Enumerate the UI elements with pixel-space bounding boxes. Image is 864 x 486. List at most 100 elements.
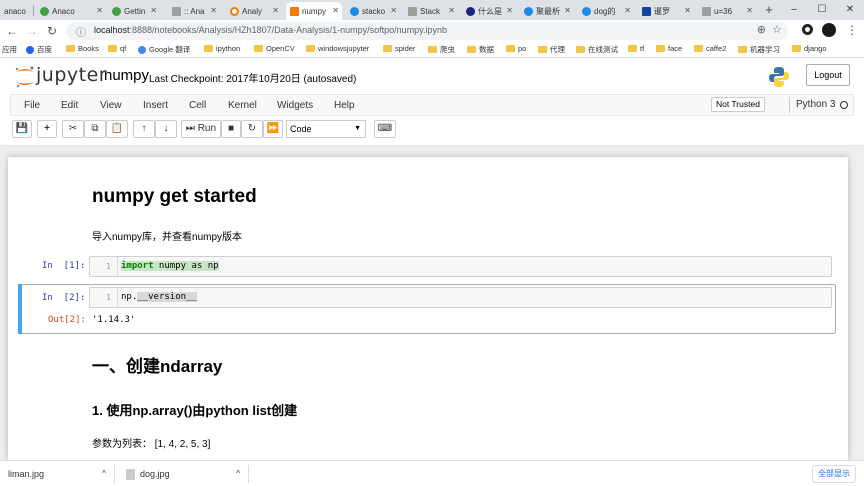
bookmark-folder[interactable]: caffe2 [694, 44, 726, 53]
browser-tab[interactable]: dog的 ✕ [578, 2, 634, 20]
bookmark-apps[interactable]: 应用 [2, 44, 17, 55]
download-item[interactable]: liman.jpg ^ [0, 461, 112, 486]
show-all-downloads-button[interactable]: 全部显示 [812, 465, 856, 483]
restart-run-all-button[interactable]: ⏩ [263, 120, 283, 138]
bookmark-star-icon[interactable]: ☆ [772, 23, 782, 36]
chevron-up-icon[interactable]: ^ [236, 461, 240, 486]
bookmark-folder[interactable]: django [792, 44, 827, 53]
chevron-up-icon[interactable]: ^ [102, 461, 106, 486]
tab-favicon-icon [40, 6, 49, 16]
bookmark-folder[interactable]: OpenCV [254, 44, 295, 53]
close-icon[interactable]: ✕ [684, 6, 691, 15]
url-field[interactable]: ⓘ localhost:8888/notebooks/Analysis/HZh1… [66, 22, 788, 40]
bookmark-folder[interactable]: 爬虫 [428, 44, 455, 55]
close-icon[interactable]: ✕ [390, 6, 397, 15]
download-item[interactable]: dog.jpg ^ [116, 461, 246, 486]
tab-favicon-icon [466, 6, 475, 16]
bookmark-folder[interactable]: 机器学习 [738, 44, 780, 55]
url-host: localhost [94, 25, 130, 35]
browser-tab[interactable]: :: Ana ✕ [168, 2, 220, 20]
code-cell-input[interactable]: 1 np.__version__ [89, 287, 832, 308]
menu-help[interactable]: Help [334, 100, 355, 111]
copy-button[interactable]: ⧉ [84, 120, 106, 138]
browser-tab[interactable]: Gettin ✕ [108, 2, 160, 20]
bookmark-item[interactable]: Google 翻译 [138, 44, 190, 55]
menu-insert[interactable]: Insert [143, 100, 168, 111]
reload-icon[interactable]: ↻ [44, 23, 60, 39]
bookmark-label: tf [640, 44, 645, 53]
close-icon[interactable]: ✕ [564, 6, 571, 15]
browser-tab[interactable]: u=36 ✕ [698, 2, 756, 20]
close-icon[interactable]: ✕ [96, 6, 103, 15]
forward-icon[interactable]: → [24, 23, 40, 39]
bookmark-folder[interactable]: Books [66, 44, 99, 53]
browser-tab-active[interactable]: numpy ✕ [286, 2, 342, 20]
bookmark-folder[interactable]: 代理 [538, 44, 565, 55]
notebook-name[interactable]: numpy [104, 67, 149, 84]
browser-tab[interactable]: 什么是 ✕ [462, 2, 516, 20]
menu-kebab-icon[interactable]: ⋮ [846, 23, 858, 37]
move-down-button[interactable]: ↓ [155, 120, 177, 138]
browser-tab[interactable]: stacko ✕ [346, 2, 400, 20]
zoom-icon[interactable]: ⊕ [757, 23, 766, 36]
close-icon[interactable]: ✕ [506, 6, 513, 15]
minimize-icon[interactable]: – [780, 0, 808, 20]
code-cell-input[interactable]: 1 import numpy as np [89, 256, 832, 277]
close-window-icon[interactable]: ✕ [836, 0, 864, 20]
bookmark-item[interactable]: 百度 [26, 44, 52, 55]
bookmark-folder[interactable]: po [506, 44, 526, 53]
extension-icon[interactable] [802, 24, 813, 35]
bookmark-folder[interactable]: ipython [204, 44, 240, 53]
bookmark-folder[interactable]: tf [628, 44, 644, 53]
paste-button[interactable]: 📋 [106, 120, 128, 138]
interrupt-button[interactable]: ■ [221, 120, 241, 138]
bookmark-folder[interactable]: qf [108, 44, 126, 53]
close-icon[interactable]: ✕ [150, 6, 157, 15]
browser-tab[interactable]: Stack ✕ [404, 2, 458, 20]
bookmark-folder[interactable]: 数据 [467, 44, 494, 55]
bookmark-folder[interactable]: spider [383, 44, 415, 53]
bookmark-folder[interactable]: windowsjupyter [306, 44, 369, 53]
bookmark-folder[interactable]: face [656, 44, 682, 53]
jupyter-logo-text[interactable]: jupyter [36, 64, 107, 86]
info-icon[interactable]: ⓘ [76, 24, 86, 39]
not-trusted-button[interactable]: Not Trusted [711, 97, 765, 112]
code-attribute: __version__ [137, 292, 197, 302]
menu-edit[interactable]: Edit [61, 100, 78, 111]
tab-label: 暹罗 [654, 6, 670, 16]
menu-file[interactable]: File [24, 100, 40, 111]
save-button[interactable]: 💾 [12, 120, 32, 138]
browser-tab[interactable]: 暹罗 ✕ [638, 2, 694, 20]
close-icon[interactable]: ✕ [332, 6, 339, 15]
logout-button[interactable]: Logout [806, 64, 850, 86]
close-icon[interactable]: ✕ [746, 6, 753, 15]
close-icon[interactable]: ✕ [448, 6, 455, 15]
profile-avatar[interactable] [822, 23, 836, 37]
jupyter-logo-icon[interactable] [14, 65, 36, 89]
run-button[interactable]: ⏭ Run [181, 120, 221, 138]
back-icon[interactable]: ← [4, 23, 20, 39]
menu-view[interactable]: View [100, 100, 122, 111]
bookmark-folder[interactable]: 在线测试 [576, 44, 618, 55]
browser-tab[interactable]: Anaco ✕ [36, 2, 106, 20]
browser-tab[interactable]: Analy ✕ [226, 2, 282, 20]
maximize-icon[interactable]: ☐ [808, 0, 836, 20]
restart-button[interactable]: ↻ [241, 120, 263, 138]
move-up-button[interactable]: ↑ [133, 120, 155, 138]
menu-kernel[interactable]: Kernel [228, 100, 257, 111]
menu-cell[interactable]: Cell [189, 100, 206, 111]
insert-cell-button[interactable]: + [37, 120, 57, 138]
close-icon[interactable]: ✕ [624, 6, 631, 15]
cell-type-select[interactable]: Code ▼ [286, 120, 366, 138]
tab-favicon-icon [112, 6, 121, 16]
browser-tab[interactable]: anaco [0, 2, 30, 20]
browser-tab[interactable]: 聚最析 ✕ [520, 2, 574, 20]
notebook-container: numpy get started 导入numpy库，并查看numpy版本 In… [8, 157, 848, 460]
menu-widgets[interactable]: Widgets [277, 100, 313, 111]
cut-button[interactable]: ✂ [62, 120, 84, 138]
close-icon[interactable]: ✕ [272, 6, 279, 15]
browser-tab-strip: anaco Anaco ✕ Gettin ✕ :: Ana ✕ Analy ✕ nump… [0, 0, 864, 20]
new-tab-button[interactable]: + [762, 2, 776, 18]
close-icon[interactable]: ✕ [210, 6, 217, 15]
command-palette-button[interactable]: ⌨ [374, 120, 396, 138]
